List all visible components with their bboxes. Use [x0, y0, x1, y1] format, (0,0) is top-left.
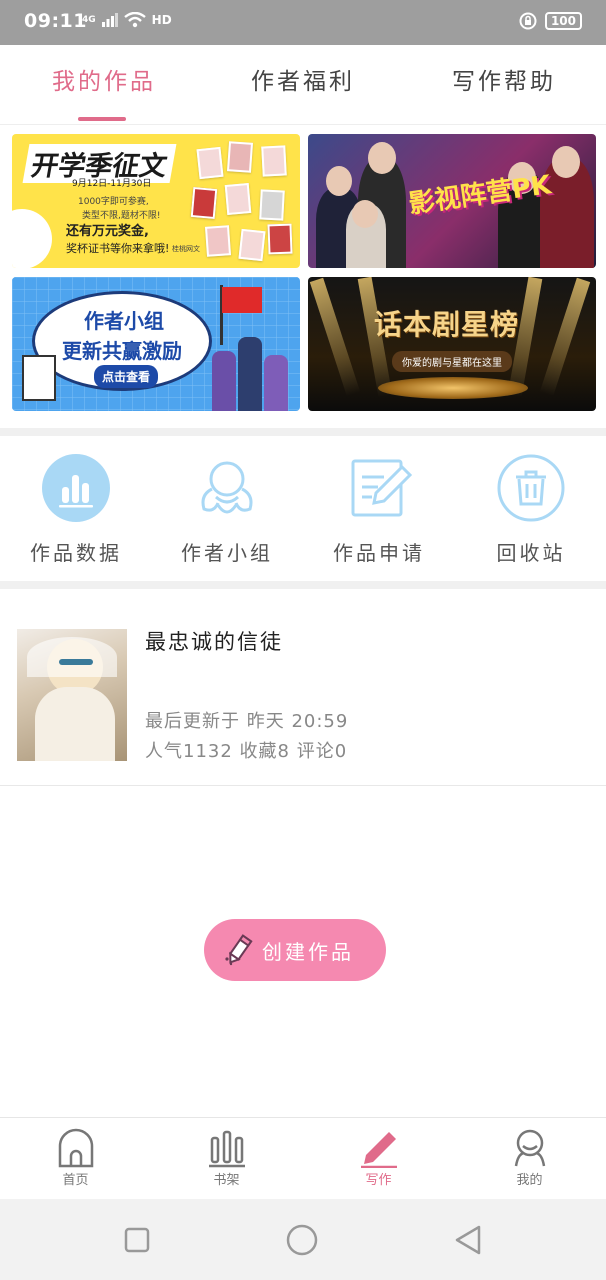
banner-text: 1000字即可参赛, [78, 197, 149, 207]
bottom-nav: 首页 书架 写作 我的 [0, 1117, 606, 1199]
photo-thumb [267, 223, 293, 255]
nav-bookshelf[interactable]: 书架 [151, 1118, 302, 1200]
status-icons-left: 4G HD [82, 12, 172, 28]
status-icons-right: 100 [519, 12, 582, 30]
quick-action-label: 作品数据 [30, 541, 122, 565]
signal-icon [101, 13, 118, 27]
spotlight-beam [309, 277, 361, 397]
nav-label: 书架 [213, 1173, 240, 1188]
figure-head [368, 142, 396, 174]
work-cover-image[interactable] [17, 629, 127, 761]
nav-home[interactable]: 首页 [0, 1118, 151, 1200]
photo-thumb [238, 228, 266, 262]
tab-author-benefits[interactable]: 作者福利 [203, 45, 403, 125]
cartoon-figure [264, 355, 288, 411]
photo-thumb [196, 146, 224, 180]
profile-icon [510, 1128, 550, 1168]
quick-action-label: 作者小组 [181, 541, 273, 565]
quick-action-label: 回收站 [496, 541, 566, 565]
quick-action-author-group[interactable]: 作者小组 [151, 445, 303, 566]
status-time: 09:11 [24, 10, 87, 32]
bar-chart-icon [41, 453, 111, 523]
create-work-label: 创建作品 [262, 939, 354, 964]
view-button[interactable]: 点击查看 [94, 365, 159, 388]
tab-active-indicator [78, 117, 126, 121]
section-divider [0, 581, 606, 589]
cartoon-figure [238, 337, 262, 411]
figure-head [352, 200, 378, 228]
network-type: 4G [82, 15, 96, 25]
photo-thumb [190, 187, 218, 219]
photo-thumb [226, 141, 254, 173]
nav-label: 首页 [62, 1173, 89, 1188]
cover-figure-body [35, 687, 115, 761]
nav-write[interactable]: 写作 [303, 1118, 454, 1200]
figure-head [552, 146, 580, 178]
home-circle-icon[interactable] [285, 1223, 319, 1257]
status-bar: 09:11 4G HD 100 [0, 0, 606, 45]
banner-signature: 桂桃网文 [172, 245, 200, 253]
cloud-decoration [12, 209, 52, 268]
cover-veil [27, 637, 117, 677]
back-triangle-icon[interactable] [451, 1223, 485, 1257]
quick-action-work-data[interactable]: 作品数据 [0, 445, 152, 566]
nav-label: 写作 [365, 1173, 392, 1188]
checklist-icon [22, 355, 56, 401]
wifi-icon [123, 12, 146, 28]
quick-action-recycle-bin[interactable]: 回收站 [455, 445, 606, 566]
banner-date: 9月12日-11月30日 [72, 179, 152, 189]
work-last-update: 最后更新于 昨天 20:59 [145, 711, 349, 732]
top-tabs: 我的作品 作者福利 写作帮助 [0, 45, 606, 125]
banner-title: 话本剧星榜 [374, 308, 520, 341]
photo-thumb [259, 189, 285, 221]
quick-actions: 作品数据 作者小组 作品申请 回收站 [0, 445, 606, 575]
photo-thumb [261, 145, 287, 177]
pencil-icon [225, 934, 253, 966]
tab-my-works[interactable]: 我的作品 [4, 45, 204, 125]
create-work-button[interactable]: 创建作品 [204, 919, 386, 981]
work-stats: 人气1132 收藏8 评论0 [145, 741, 348, 762]
system-nav-bar [0, 1199, 606, 1280]
hd-badge: HD [151, 13, 172, 27]
stage-podium [378, 377, 528, 399]
work-list-item[interactable]: 最忠诚的信徒 最后更新于 昨天 20:59 人气1132 收藏8 评论0 [0, 612, 606, 786]
group-icon [192, 453, 262, 523]
recent-apps-icon[interactable] [120, 1223, 154, 1257]
quick-action-work-application[interactable]: 作品申请 [303, 445, 455, 566]
banner-subtitle: 你爱的剧与星都在这里 [392, 351, 512, 372]
banner-highlight: 还有万元奖金, [66, 224, 149, 239]
lock-rotation-icon [519, 12, 537, 30]
battery-indicator: 100 [544, 12, 582, 30]
banner-subtitle: 更新共赢激励 [62, 339, 182, 363]
nav-label: 我的 [516, 1173, 543, 1188]
banner-text: 奖杯证书等你来拿哦! [66, 242, 170, 255]
section-divider [0, 428, 606, 436]
banner-title: 作者小组 [84, 309, 164, 333]
work-title[interactable]: 最忠诚的信徒 [145, 626, 283, 656]
photo-thumb [204, 225, 232, 257]
quick-action-label: 作品申请 [333, 541, 425, 565]
figure-head [326, 166, 352, 196]
nav-profile[interactable]: 我的 [454, 1118, 605, 1200]
bookshelf-icon [207, 1128, 247, 1168]
spotlight-beam [539, 277, 591, 397]
photo-thumb [224, 183, 252, 215]
banner-script-star-ranking[interactable]: 话本剧星榜 你爱的剧与星都在这里 [308, 277, 596, 411]
flag-icon [222, 287, 262, 313]
banner-film-camp-pk[interactable]: 影视阵营PK [308, 134, 596, 268]
cartoon-figure [212, 351, 236, 411]
edit-doc-icon [344, 453, 414, 523]
banner-author-group[interactable]: 作者小组 更新共赢激励 点击查看 [12, 277, 300, 411]
home-icon [56, 1128, 96, 1168]
cover-blindfold [59, 659, 93, 665]
trash-icon [496, 453, 566, 523]
banner-essay-contest[interactable]: 开学季征文 9月12日-11月30日 1000字即可参赛, 类型不限,题材不限!… [12, 134, 300, 268]
pen-icon [359, 1128, 399, 1169]
tab-writing-help[interactable]: 写作帮助 [404, 45, 604, 125]
